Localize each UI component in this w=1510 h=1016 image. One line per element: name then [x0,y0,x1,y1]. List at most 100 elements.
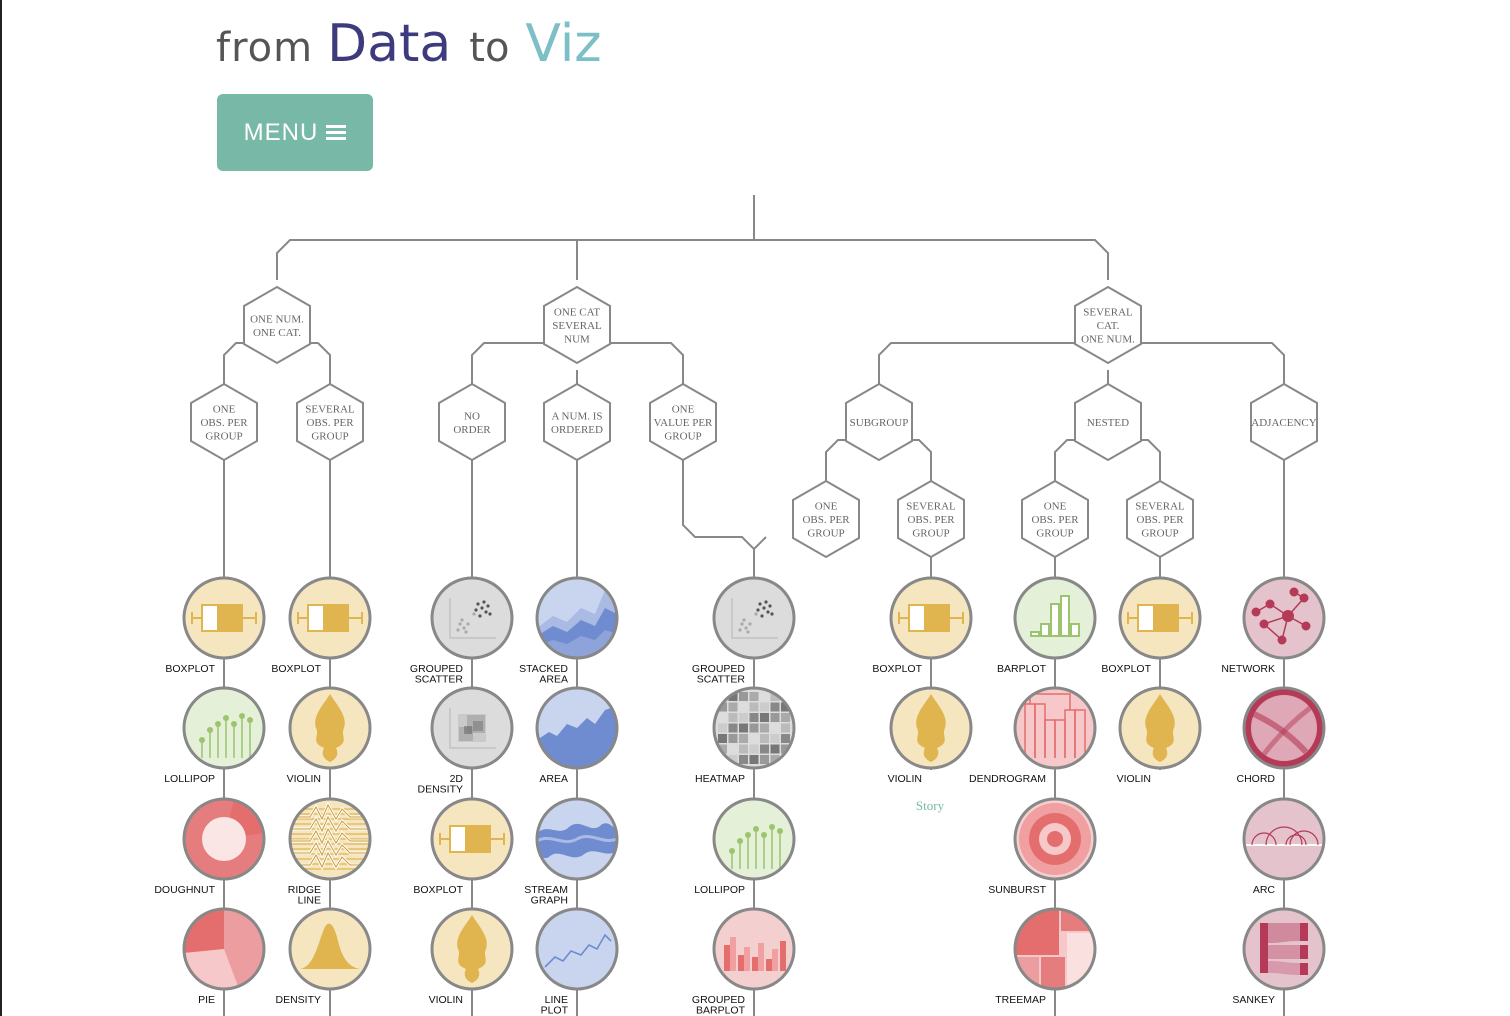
chart-type-violin[interactable]: VIOLIN [429,907,514,1006]
story-link[interactable]: Story [916,798,945,813]
chart-type-boxplot[interactable]: BOXPLOT [413,797,514,896]
chart-type-grouped-barplot[interactable]: GROUPEDBARPLOT [692,907,796,1016]
hex-label: ONE [1044,501,1067,513]
chart-type-label: BOXPLOT [413,884,463,896]
chart-type-label: DENSITY [275,994,321,1006]
hex-node-h1: ONE NUM. ONE CAT. [243,285,311,365]
chart-type-label: BOXPLOT [1101,663,1151,675]
chart-type-lollipop[interactable]: LOLLIPOP [164,686,266,785]
chart-type-label: PIE [198,994,215,1006]
hex-label: ONE NUM. [1081,334,1135,346]
chart-type-label: AREA [539,674,568,686]
chart-type-label: LINE [298,895,321,907]
hex-node-h1a: ONEOBS. PER GROUP [190,382,258,462]
chart-type-label: SANKEY [1232,994,1275,1006]
chart-type-barplot[interactable]: BARPLOT [997,576,1097,675]
chart-type-label: CHORD [1237,773,1276,785]
chart-type-violin[interactable]: VIOLIN [287,686,372,785]
hex-label: GROUP [205,431,242,443]
hex-label: ORDERED [551,424,603,436]
hex-node-h3c: ADJACENCY [1250,382,1318,462]
chart-type-label: VIOLIN [1117,773,1151,785]
chart-type-label: BOXPLOT [271,663,321,675]
chart-type-label: PLOT [541,1005,569,1016]
hex-label: NESTED [1087,417,1129,429]
chart-type-label: DOUGHNUT [154,884,215,896]
hex-node-h3b1: ONEOBS. PER GROUP [1021,479,1089,559]
chart-type-label: VIOLIN [888,773,922,785]
chart-type-boxplot[interactable]: BOXPLOT [1101,576,1202,675]
chart-type-sunburst[interactable]: SUNBURST [988,797,1097,896]
hex-node-h2b: A NUM. IS ORDERED [543,382,611,462]
chart-type-boxplot[interactable]: BOXPLOT [872,576,973,675]
hex-label: ONE [815,501,838,513]
hex-label: GROUP [807,528,844,540]
hex-label: SEVERAL [305,404,355,416]
chart-type-label: AREA [539,773,568,785]
hex-node-h3b2: SEVERALOBS. PER GROUP [1126,479,1194,559]
hex-node-h2c: ONEVALUE PER GROUP [649,382,717,462]
chart-type-label: SCATTER [415,674,464,686]
chart-type-violin[interactable]: VIOLIN [1117,686,1202,785]
decision-tree: ONE NUM.ONE CAT.ONE CATSEVERALNUMSEVERAL… [154,195,1326,1016]
chart-type-density-2d[interactable]: 2DDENSITY [417,686,514,796]
chart-type-label: BARPLOT [997,663,1047,675]
chart-type-label: SCATTER [697,674,746,686]
chart-type-stacked-area[interactable]: STACKEDAREA [519,576,619,686]
hex-label: OBS. PER [1031,514,1079,526]
hex-label: GROUP [664,431,701,443]
hex-label: GROUP [912,528,949,540]
hex-label: OBS. PER [802,514,850,526]
hex-label: OBS. PER [907,514,955,526]
hex-label: NO [464,410,480,422]
hex-node-h3a1: ONEOBS. PER GROUP [792,479,860,559]
hex-label: SUBGROUP [850,417,909,429]
hex-label: OBS. PER [1136,514,1184,526]
chart-type-chord[interactable]: CHORD [1237,686,1326,785]
hex-label: ONE CAT [554,307,600,319]
hex-label: GROUP [1141,528,1178,540]
chart-type-lollipop[interactable]: LOLLIPOP [694,797,796,896]
hex-label: VALUE PER [654,417,713,429]
hex-label: SEVERAL [552,320,602,332]
hex-label: SEVERAL [1135,501,1185,513]
chart-type-dendrogram[interactable]: DENDROGRAM [969,686,1097,785]
chart-type-label: ARC [1253,884,1276,896]
hex-label: ONE NUM. [250,313,304,325]
hex-label: NUM [564,334,590,346]
chart-type-label: LOLLIPOP [694,884,745,896]
sankey-icon [1260,923,1308,975]
hex-label: OBS. PER [306,417,354,429]
chart-type-ridgeline[interactable]: RIDGELINE [288,797,372,907]
hex-node-h3a2: SEVERALOBS. PER GROUP [897,479,965,559]
chart-type-label: BARPLOT [696,1005,746,1016]
hex-label: SEVERAL [1083,307,1133,319]
hex-node-h3: SEVERALCAT. ONE NUM. [1074,285,1142,365]
chart-type-boxplot[interactable]: BOXPLOT [165,576,266,675]
chart-type-doughnut[interactable]: DOUGHNUT [154,797,266,896]
chart-type-violin[interactable]: VIOLIN [888,686,973,785]
chart-type-density[interactable]: DENSITY [275,907,372,1006]
chart-type-label: BOXPLOT [165,663,215,675]
hex-label: ONE [672,404,695,416]
chart-type-label: LOLLIPOP [164,773,215,785]
hex-label: ADJACENCY [1251,417,1316,429]
chart-type-label: HEATMAP [695,773,745,785]
chart-type-heatmap[interactable]: HEATMAP [695,686,796,785]
chart-type-label: VIOLIN [287,773,321,785]
sunburst-icon [1019,803,1091,875]
chart-type-treemap[interactable]: TREEMAP [995,907,1097,1006]
hex-node-h2: ONE CATSEVERAL NUM [543,285,611,365]
hex-label: OBS. PER [200,417,248,429]
chart-type-network[interactable]: NETWORK [1221,576,1326,675]
chart-type-scatter[interactable]: GROUPEDSCATTER [410,576,514,686]
chart-type-label: NETWORK [1221,663,1275,675]
chart-type-streamgraph[interactable]: STREAMGRAPH [524,797,619,907]
chart-type-scatter[interactable]: GROUPEDSCATTER [692,576,796,686]
chart-type-sankey[interactable]: SANKEY [1232,907,1326,1006]
hex-label: GROUP [1036,528,1073,540]
hex-label: GROUP [311,431,348,443]
chart-type-boxplot[interactable]: BOXPLOT [271,576,372,675]
chart-type-label: BOXPLOT [872,663,922,675]
hex-label: ONE CAT. [253,327,301,339]
